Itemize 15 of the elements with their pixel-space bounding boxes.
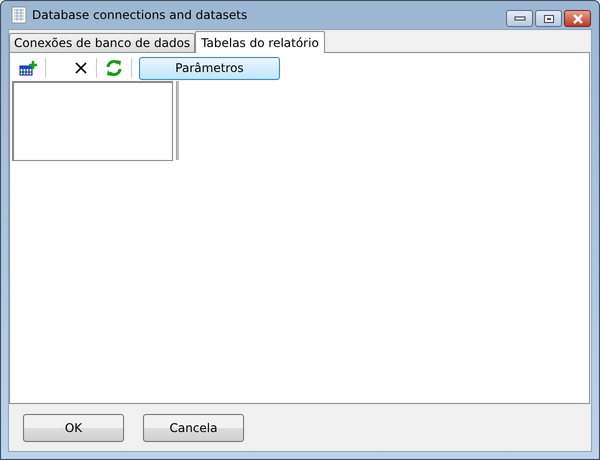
- table-icon: [11, 6, 27, 24]
- add-table-icon[interactable]: [17, 58, 39, 78]
- tab[interactable]: Conexões de banco de dados: [9, 33, 196, 52]
- close-icon: [570, 14, 584, 24]
- close-button[interactable]: [564, 10, 591, 27]
- ok-button[interactable]: OK: [23, 414, 124, 442]
- tab[interactable]: Tabelas do relatório: [195, 31, 325, 53]
- maximize-icon: [542, 14, 554, 24]
- cancel-button[interactable]: Cancela: [143, 414, 244, 442]
- table-list[interactable]: [12, 81, 173, 161]
- window-title: Database connections and datasets: [32, 8, 248, 22]
- minimize-button[interactable]: [506, 10, 533, 27]
- parameters-button[interactable]: Parâmetros: [139, 56, 280, 80]
- maximize-button[interactable]: [535, 10, 562, 27]
- minimize-icon: [514, 16, 526, 22]
